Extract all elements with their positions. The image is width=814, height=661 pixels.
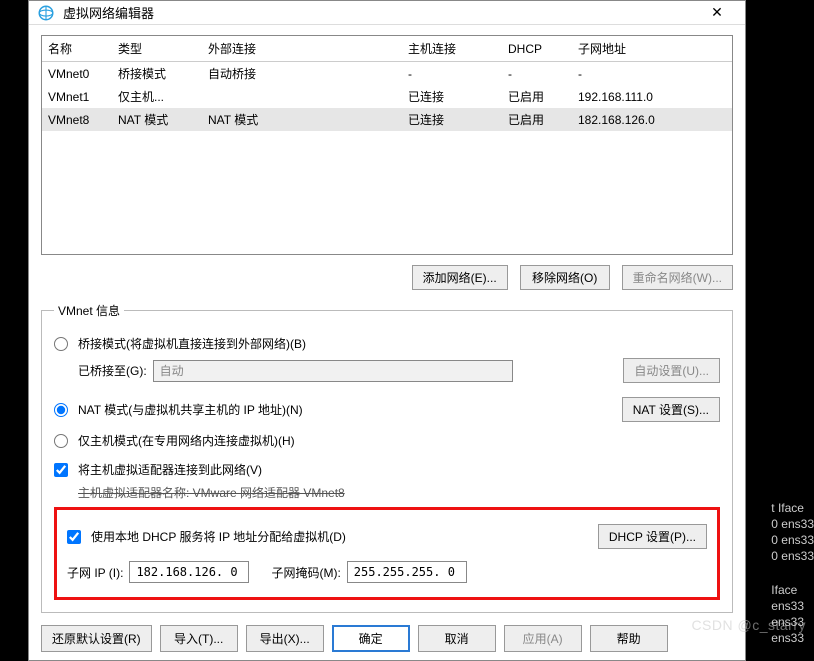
- rename-network-button: 重命名网络(W)...: [622, 265, 733, 290]
- import-button[interactable]: 导入(T)...: [160, 625, 238, 652]
- col-dhcp[interactable]: DHCP: [502, 36, 572, 62]
- cell-type: NAT 模式: [112, 108, 202, 131]
- nat-mode-row: NAT 模式(与虚拟机共享主机的 IP 地址)(N) NAT 设置(S)...: [54, 397, 720, 422]
- term-line: ens33: [771, 598, 814, 614]
- nat-mode-radio[interactable]: [54, 403, 68, 417]
- help-button[interactable]: 帮助: [590, 625, 668, 652]
- app-icon: [37, 4, 55, 22]
- cell-dhcp: -: [502, 62, 572, 86]
- term-line: 0 ens33: [771, 516, 814, 532]
- network-buttons-row: 添加网络(E)... 移除网络(O) 重命名网络(W)...: [41, 265, 733, 290]
- cell-name: VMnet8: [42, 108, 112, 131]
- bridge-mode-row: 桥接模式(将虚拟机直接连接到外部网络)(B): [54, 335, 720, 352]
- table-row[interactable]: VMnet1仅主机... 已连接已启用192.168.111.0: [42, 85, 732, 108]
- apply-button: 应用(A): [504, 625, 582, 652]
- cell-name: VMnet0: [42, 62, 112, 86]
- content-area: 名称 类型 外部连接 主机连接 DHCP 子网地址 VMnet0桥接模式自动桥接…: [29, 25, 745, 660]
- bridge-to-row: 已桥接至(G): 自动设置(U)...: [78, 358, 720, 383]
- remove-network-button[interactable]: 移除网络(O): [520, 265, 610, 290]
- use-dhcp-checkbox[interactable]: [67, 530, 81, 544]
- term-line: 0 ens33: [771, 548, 814, 564]
- restore-defaults-button[interactable]: 还原默认设置(R): [41, 625, 152, 652]
- col-subnet[interactable]: 子网地址: [572, 36, 732, 62]
- bridge-to-select: [153, 360, 513, 382]
- export-button[interactable]: 导出(X)...: [246, 625, 324, 652]
- col-name[interactable]: 名称: [42, 36, 112, 62]
- adapter-name-label: 主机虚拟适配器名称: VMware 网络适配器 VMnet8: [78, 484, 345, 501]
- network-table-container: 名称 类型 外部连接 主机连接 DHCP 子网地址 VMnet0桥接模式自动桥接…: [41, 35, 733, 255]
- cell-host: 已连接: [402, 108, 502, 131]
- cell-name: VMnet1: [42, 85, 112, 108]
- hostonly-mode-label: 仅主机模式(在专用网络内连接虚拟机)(H): [78, 432, 295, 449]
- table-row[interactable]: VMnet8NAT 模式NAT 模式已连接已启用182.168.126.0: [42, 108, 732, 131]
- subnet-mask-label: 子网掩码(M):: [271, 564, 340, 581]
- hostonly-mode-row: 仅主机模式(在专用网络内连接虚拟机)(H): [54, 432, 720, 449]
- close-button[interactable]: ✕: [697, 4, 737, 21]
- col-type[interactable]: 类型: [112, 36, 202, 62]
- cell-type: 桥接模式: [112, 62, 202, 86]
- titlebar: 虚拟网络编辑器 ✕: [29, 1, 745, 25]
- cell-dhcp: 已启用: [502, 85, 572, 108]
- cell-ext: NAT 模式: [202, 108, 402, 131]
- dialog-buttons-row: 还原默认设置(R) 导入(T)... 导出(X)... 确定 取消 应用(A) …: [41, 625, 733, 652]
- dhcp-check-row: 使用本地 DHCP 服务将 IP 地址分配给虚拟机(D) DHCP 设置(P).…: [67, 524, 707, 549]
- watermark: CSDN @c_starry: [691, 617, 806, 633]
- cell-ext: 自动桥接: [202, 62, 402, 86]
- nat-settings-button[interactable]: NAT 设置(S)...: [622, 397, 720, 422]
- cell-subnet: -: [572, 62, 732, 86]
- bridge-to-label: 已桥接至(G):: [78, 362, 147, 379]
- dhcp-highlight-box: 使用本地 DHCP 服务将 IP 地址分配给虚拟机(D) DHCP 设置(P).…: [54, 507, 720, 600]
- auto-settings-button: 自动设置(U)...: [623, 358, 720, 383]
- cell-host: -: [402, 62, 502, 86]
- term-line: t Iface: [771, 500, 814, 516]
- adapter-name-row: 主机虚拟适配器名称: VMware 网络适配器 VMnet8: [78, 484, 720, 501]
- connect-host-row: 将主机虚拟适配器连接到此网络(V): [54, 461, 720, 478]
- table-header-row: 名称 类型 外部连接 主机连接 DHCP 子网地址: [42, 36, 732, 62]
- nat-mode-label: NAT 模式(与虚拟机共享主机的 IP 地址)(N): [78, 401, 303, 418]
- subnet-mask-input[interactable]: [347, 561, 467, 583]
- hostonly-mode-radio[interactable]: [54, 434, 68, 448]
- subnet-ip-input[interactable]: [129, 561, 249, 583]
- col-host[interactable]: 主机连接: [402, 36, 502, 62]
- connect-host-label: 将主机虚拟适配器连接到此网络(V): [78, 461, 262, 478]
- subnet-ip-label: 子网 IP (I):: [67, 564, 123, 581]
- subnet-row: 子网 IP (I): 子网掩码(M):: [67, 561, 707, 583]
- col-ext[interactable]: 外部连接: [202, 36, 402, 62]
- cell-ext: [202, 85, 402, 108]
- cell-subnet: 182.168.126.0: [572, 108, 732, 131]
- ok-button[interactable]: 确定: [332, 625, 410, 652]
- add-network-button[interactable]: 添加网络(E)...: [412, 265, 508, 290]
- cell-host: 已连接: [402, 85, 502, 108]
- cancel-button[interactable]: 取消: [418, 625, 496, 652]
- dhcp-settings-button[interactable]: DHCP 设置(P)...: [598, 524, 707, 549]
- window-title: 虚拟网络编辑器: [63, 3, 697, 22]
- term-line: Iface: [771, 582, 814, 598]
- cell-type: 仅主机...: [112, 85, 202, 108]
- cell-subnet: 192.168.111.0: [572, 85, 732, 108]
- vmnet-info-legend: VMnet 信息: [54, 302, 124, 319]
- table-row[interactable]: VMnet0桥接模式自动桥接---: [42, 62, 732, 86]
- connect-host-checkbox[interactable]: [54, 463, 68, 477]
- bridge-mode-radio[interactable]: [54, 337, 68, 351]
- virtual-network-editor-window: 虚拟网络编辑器 ✕ 名称 类型 外部连接 主机连接 DHCP 子网地址 VMne…: [28, 0, 746, 661]
- cell-dhcp: 已启用: [502, 108, 572, 131]
- bridge-mode-label: 桥接模式(将虚拟机直接连接到外部网络)(B): [78, 335, 306, 352]
- use-dhcp-label: 使用本地 DHCP 服务将 IP 地址分配给虚拟机(D): [91, 528, 346, 545]
- term-line: 0 ens33: [771, 532, 814, 548]
- network-table[interactable]: 名称 类型 外部连接 主机连接 DHCP 子网地址 VMnet0桥接模式自动桥接…: [42, 36, 732, 131]
- vmnet-info-group: VMnet 信息 桥接模式(将虚拟机直接连接到外部网络)(B) 已桥接至(G):…: [41, 302, 733, 613]
